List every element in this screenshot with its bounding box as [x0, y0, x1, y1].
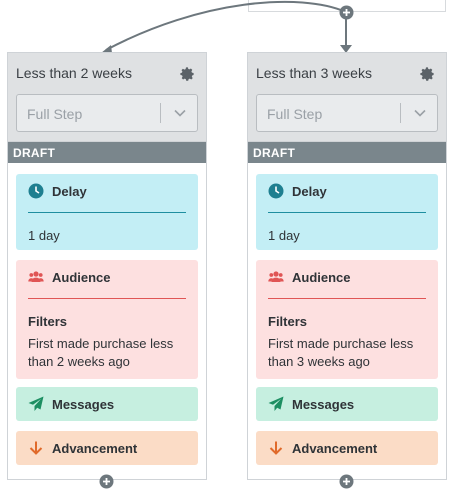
plus-circle-icon[interactable] — [339, 5, 354, 20]
delay-label: Delay — [52, 184, 87, 199]
audience-card[interactable]: Audience Filters First made purchase les… — [16, 260, 198, 379]
delay-label: Delay — [292, 184, 327, 199]
chevron-down-icon[interactable] — [414, 108, 426, 118]
step-title: Less than 3 weeks — [256, 65, 372, 81]
advancement-label: Advancement — [52, 441, 138, 456]
step-type-select[interactable]: Full Step — [16, 94, 198, 132]
select-divider — [160, 103, 161, 123]
gear-icon[interactable] — [179, 66, 195, 82]
filter-description: First made purchase less than 3 weeks ag… — [268, 336, 414, 369]
clock-icon — [28, 183, 44, 199]
divider — [28, 212, 186, 213]
select-value: Full Step — [267, 106, 323, 122]
delay-value: 1 day — [28, 228, 60, 243]
messages-card[interactable]: Messages — [16, 387, 198, 421]
divider — [268, 298, 426, 299]
chevron-down-icon[interactable] — [174, 108, 186, 118]
advancement-card[interactable]: Advancement — [256, 431, 438, 465]
step-card[interactable]: Less than 2 weeks Full Step DRAFT Delay … — [7, 52, 207, 480]
paper-plane-icon — [28, 396, 44, 411]
gear-icon[interactable] — [419, 66, 435, 82]
status-badge: DRAFT — [8, 142, 206, 163]
filter-description: First made purchase less than 2 weeks ag… — [28, 336, 174, 369]
users-icon — [28, 271, 44, 282]
messages-label: Messages — [292, 397, 355, 412]
advancement-label: Advancement — [292, 441, 378, 456]
delay-card[interactable]: Delay 1 day — [16, 174, 198, 250]
select-divider — [400, 103, 401, 123]
arrow-down-icon — [29, 441, 43, 455]
step-header: Less than 2 weeks Full Step — [8, 53, 206, 142]
arrow-down-icon — [269, 441, 283, 455]
step-type-select[interactable]: Full Step — [256, 94, 438, 132]
status-badge: DRAFT — [248, 142, 446, 163]
delay-value: 1 day — [268, 228, 300, 243]
plus-circle-icon[interactable] — [339, 474, 354, 489]
audience-label: Audience — [52, 270, 111, 285]
messages-card[interactable]: Messages — [256, 387, 438, 421]
filters-label: Filters — [268, 314, 308, 329]
step-header: Less than 3 weeks Full Step — [248, 53, 446, 142]
audience-label: Audience — [292, 270, 351, 285]
plus-circle-icon[interactable] — [99, 474, 114, 489]
select-value: Full Step — [27, 106, 83, 122]
messages-label: Messages — [52, 397, 115, 412]
clock-icon — [268, 183, 284, 199]
filters-label: Filters — [28, 314, 68, 329]
step-title: Less than 2 weeks — [16, 65, 132, 81]
advancement-card[interactable]: Advancement — [16, 431, 198, 465]
paper-plane-icon — [268, 396, 284, 411]
audience-card[interactable]: Audience Filters First made purchase les… — [256, 260, 438, 379]
delay-card[interactable]: Delay 1 day — [256, 174, 438, 250]
divider — [268, 212, 426, 213]
users-icon — [268, 271, 284, 282]
divider — [28, 298, 186, 299]
step-card[interactable]: Less than 3 weeks Full Step DRAFT Delay … — [247, 52, 447, 480]
